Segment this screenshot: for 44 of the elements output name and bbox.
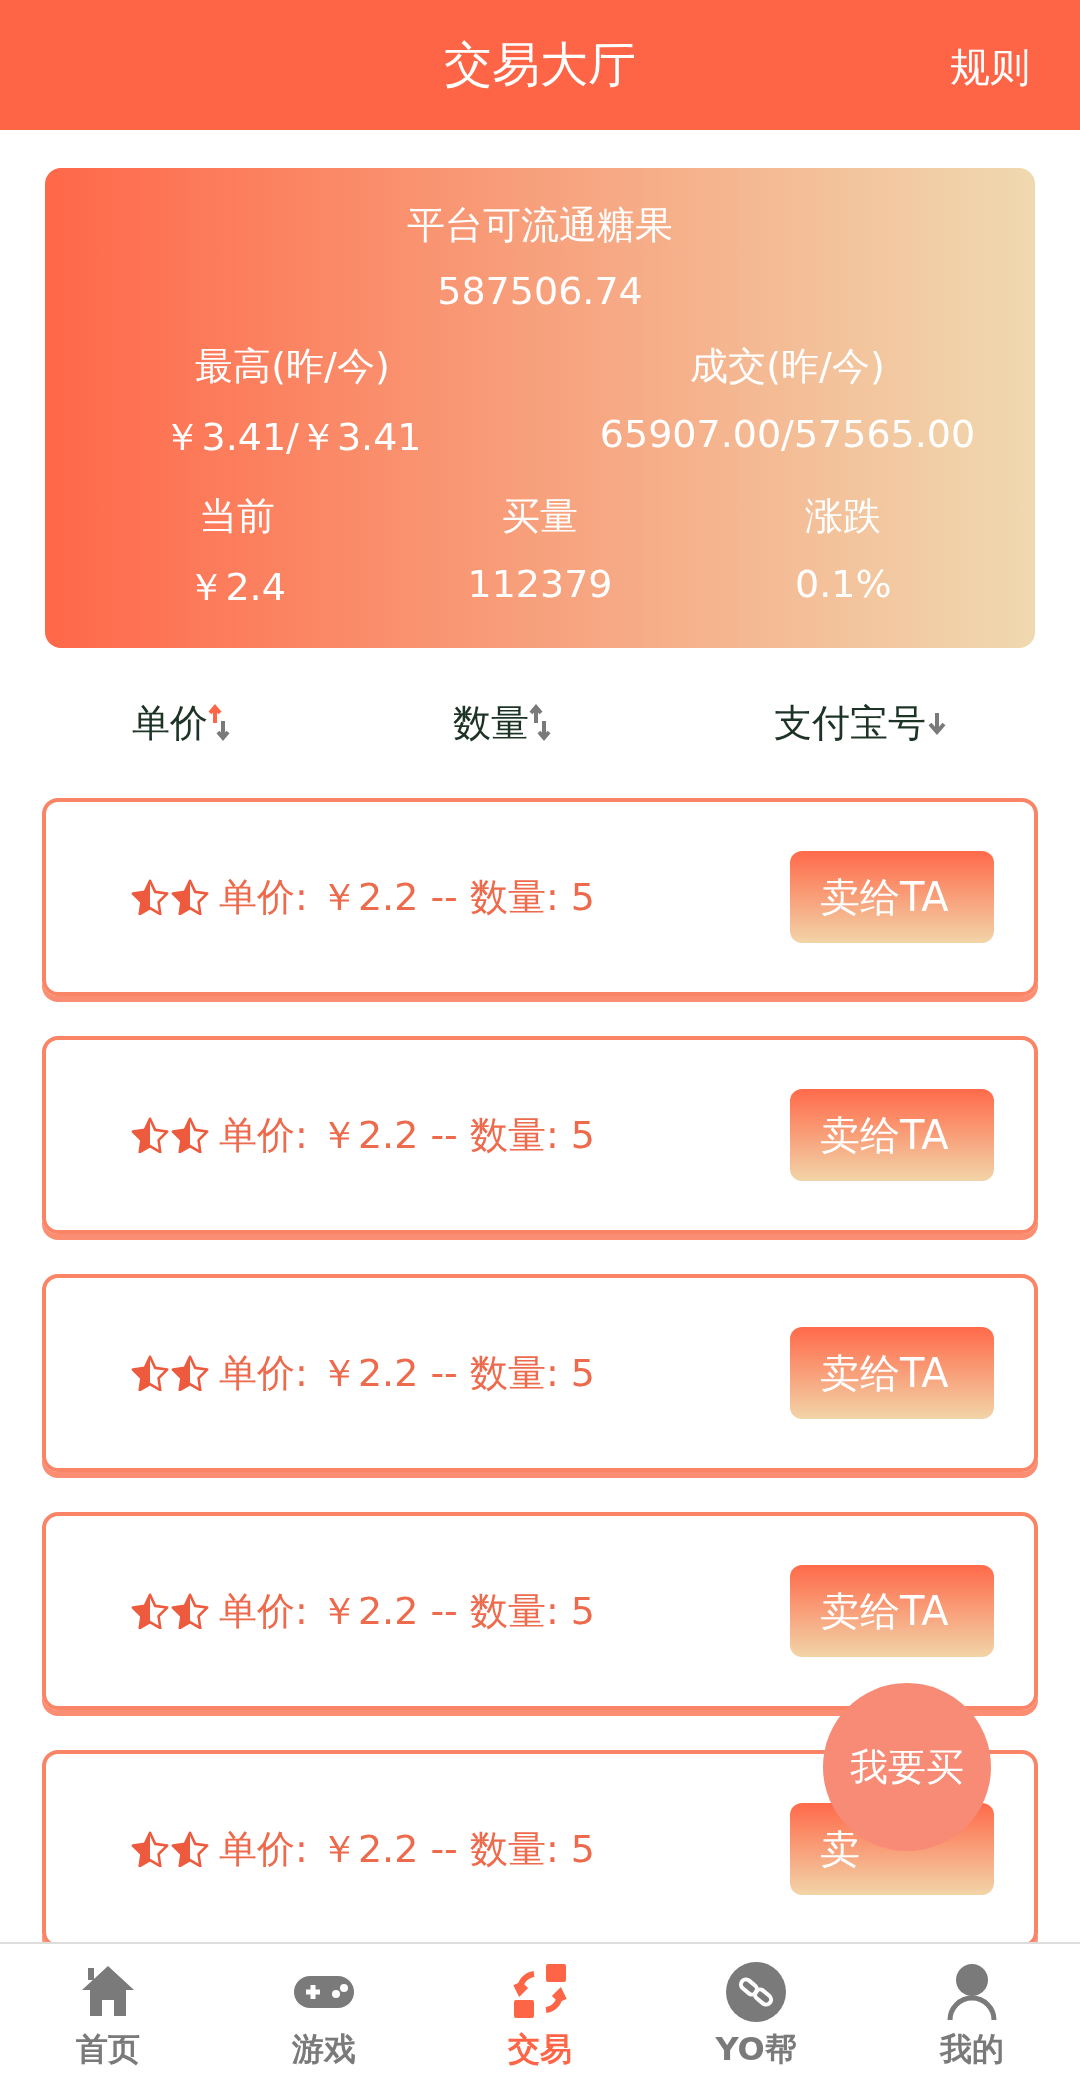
sell-button[interactable]: 卖给TA xyxy=(790,1565,994,1657)
summary-total: 587506.74 xyxy=(437,269,643,313)
half-star-icon xyxy=(171,1355,209,1391)
half-star-icon xyxy=(171,879,209,915)
sort-label[interactable]: 单价 xyxy=(131,697,208,749)
stat-value: 0.1% xyxy=(795,562,892,608)
stat-value: ￥3.41/￥3.41 xyxy=(163,414,422,461)
sell-button[interactable]: 卖给TA xyxy=(790,1089,994,1181)
half-star-icon xyxy=(131,1355,169,1391)
half-star-icon xyxy=(131,1593,169,1629)
order-text: 单价: ￥2.2 -- 数量: 5 xyxy=(219,873,596,921)
half-star-icon xyxy=(131,879,169,915)
nav-tab[interactable]: YO帮 xyxy=(648,1944,864,2087)
stat-label: 涨跌 xyxy=(805,493,882,540)
stat-value: 112379 xyxy=(467,562,613,608)
stat-label: 当前 xyxy=(198,493,275,540)
stat-label: 成交(昨/今) xyxy=(690,343,885,390)
half-star-icon xyxy=(131,1117,169,1153)
order-text: 单价: ￥2.2 -- 数量: 5 xyxy=(219,1587,596,1635)
sort-label[interactable]: 数量 xyxy=(453,697,529,749)
nav-tab[interactable]: 我的 xyxy=(864,1944,1080,2087)
nav-tab[interactable]: 游戏 xyxy=(216,1944,432,2087)
half-star-icon xyxy=(171,1593,209,1629)
stat-value: ￥2.4 xyxy=(187,564,286,611)
half-star-icon xyxy=(171,1117,209,1153)
sort-label[interactable]: 支付宝号 xyxy=(774,697,927,749)
link-icon xyxy=(724,1959,788,2024)
sort-arrows-icon[interactable] xyxy=(207,703,230,743)
stat-label: 买量 xyxy=(502,493,578,540)
stat-value: 65907.00/57565.00 xyxy=(599,412,976,458)
half-star-icon xyxy=(131,1831,169,1867)
page-title: 交易大厅 xyxy=(444,35,636,94)
summary-title: 平台可流通糖果 xyxy=(407,202,673,249)
nav-tab[interactable]: 交易 xyxy=(432,1944,648,2087)
sell-button[interactable]: 卖给TA xyxy=(790,851,994,943)
sell-button[interactable]: 卖给TA xyxy=(790,1327,994,1419)
half-star-icon xyxy=(171,1831,209,1867)
stat-label: 最高(昨/今) xyxy=(195,343,390,390)
order-text: 单价: ￥2.2 -- 数量: 5 xyxy=(219,1111,596,1159)
sort-arrows-icon[interactable] xyxy=(529,703,551,743)
nav-tab[interactable]: 首页 xyxy=(0,1944,216,2087)
order-text: 单价: ￥2.2 -- 数量: 5 xyxy=(219,1825,596,1873)
rules-link[interactable]: 规则 xyxy=(950,40,1030,95)
order-text: 单价: ￥2.2 -- 数量: 5 xyxy=(219,1349,596,1397)
